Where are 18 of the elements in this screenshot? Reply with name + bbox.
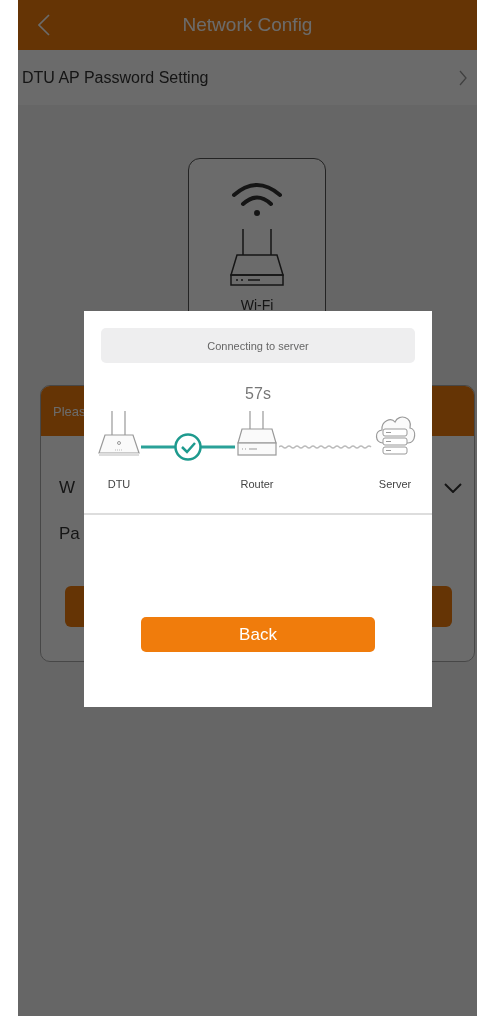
status-banner: Connecting to server xyxy=(101,328,415,363)
form-card-title: Pleas xyxy=(53,403,86,419)
node-label: DTU xyxy=(107,478,131,490)
field-label: Pa xyxy=(59,524,80,544)
chevron-right-icon xyxy=(459,69,467,86)
dtu-device-icon xyxy=(97,409,141,457)
screen-title: Network Config xyxy=(182,14,313,36)
back-icon[interactable] xyxy=(38,14,50,36)
countdown-text: 57s xyxy=(244,385,272,403)
settings-row[interactable]: DTU AP Password Setting xyxy=(18,50,477,105)
back-button[interactable]: Back xyxy=(141,617,375,652)
chevron-down-icon[interactable] xyxy=(444,483,462,493)
settings-label: DTU AP Password Setting xyxy=(22,68,209,87)
wifi-label: Wi-Fi xyxy=(240,297,274,313)
router-icon xyxy=(235,409,279,457)
node-label: Router xyxy=(240,478,274,490)
node-label: Server xyxy=(378,478,412,490)
field-label: W xyxy=(59,478,76,498)
